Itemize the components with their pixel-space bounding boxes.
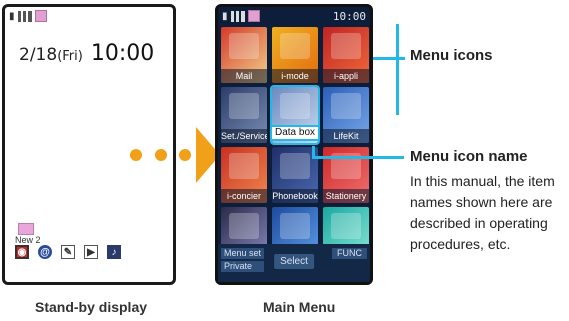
menu-tile-i-mode[interactable]: i-mode	[272, 27, 318, 83]
standby-display: ▮ 2/18 (Fri) 10:00 New 2 ◉ @ ✎ ▶ ♪	[2, 4, 176, 285]
music-icon[interactable]: ♪	[107, 245, 121, 259]
play-icon[interactable]: ▶	[84, 245, 98, 259]
softkey-func[interactable]: FUNC	[332, 248, 367, 259]
softkey-private[interactable]: Private	[221, 261, 265, 272]
menu-tile-label: Set./Service	[221, 129, 267, 143]
standby-time: 10:00	[90, 41, 155, 66]
schedule-icon[interactable]: ✎	[61, 245, 75, 259]
i-mode-icon[interactable]: @	[38, 245, 52, 259]
menu-tile-label: Phonebook	[272, 189, 318, 203]
recording-icon[interactable]: ◉	[15, 245, 29, 259]
menu-tile-i-concier[interactable]: i-concier	[221, 147, 267, 203]
lifekit-icon	[331, 93, 361, 119]
menu-clock: 10:00	[332, 9, 366, 23]
menu-tile-label: LifeKit	[323, 129, 369, 143]
softkey-select[interactable]: Select	[274, 254, 314, 269]
mail-icon	[229, 33, 259, 59]
menu-tile-data-box[interactable]: Data box	[270, 85, 320, 145]
menu-tile-lifekit[interactable]: LifeKit	[323, 87, 369, 143]
set-service-icon	[229, 93, 259, 119]
menu-icon-grid: Mail i-mode i-appli Set./Service Data box Lif…	[221, 27, 369, 263]
phonebook-icon	[280, 153, 310, 179]
signal-strength-icon	[17, 10, 32, 22]
music-icon	[229, 213, 259, 239]
menu-tile-label: i-concier	[221, 189, 267, 203]
menu-tile-label: i-mode	[272, 69, 318, 83]
menu-icon-name-stem	[312, 146, 315, 159]
antenna-icon: ▮	[222, 10, 228, 22]
arrow-dot-3	[179, 149, 191, 161]
arrow-dot-2	[155, 149, 167, 161]
menu-icons-title: Menu icons	[410, 47, 493, 64]
menu-tile-i-appli[interactable]: i-appli	[323, 27, 369, 83]
status-bar: ▮ 10:00	[222, 9, 366, 23]
menu-icons-pointer	[373, 57, 405, 60]
menu-tile-label: Stationery	[323, 189, 369, 203]
standby-icon-dock: ◉ @ ✎ ▶ ♪	[15, 245, 121, 259]
standby-day: (Fri)	[57, 49, 83, 64]
data-box-icon	[280, 93, 310, 119]
main-menu-caption: Main Menu	[263, 299, 336, 315]
menu-tile-set-service[interactable]: Set./Service	[221, 87, 267, 143]
standby-date: 2/18	[19, 45, 58, 65]
i-mode-icon	[280, 33, 310, 59]
softkey-bar: Menu set Private Select FUNC	[218, 244, 370, 282]
mail-indicator-icon	[247, 10, 260, 22]
antenna-icon: ▮	[9, 10, 15, 22]
menu-icon-name-title: Menu icon name	[410, 148, 528, 165]
menu-tile-label: Mail	[221, 69, 267, 83]
menu-tile-label: Data box	[272, 125, 318, 141]
standby-caption: Stand-by display	[35, 299, 148, 315]
date-time-display: 2/18 (Fri) 10:00	[19, 41, 154, 66]
menu-icons-bracket	[396, 24, 399, 115]
1seg-icon	[280, 213, 310, 239]
status-bar: ▮	[9, 9, 47, 23]
menu-tile-mail[interactable]: Mail	[221, 27, 267, 83]
new-mail-badge[interactable]: New 2	[15, 223, 41, 245]
main-menu-display: ▮ 10:00 Mail i-mode i-appli Set./Service Dat…	[215, 4, 373, 285]
new-count: New 2	[15, 235, 41, 245]
menu-tile-label: i-appli	[323, 69, 369, 83]
menu-icon-name-pointer	[312, 156, 404, 159]
i-concier-icon	[229, 153, 259, 179]
mail-indicator-icon	[34, 10, 47, 22]
envelope-icon	[18, 223, 34, 235]
arrow-dot-1	[130, 149, 142, 161]
menu-icon-name-description: In this manual, the item names shown her…	[410, 173, 555, 252]
left-softkey[interactable]: Menu set Private	[221, 248, 265, 274]
i-appli-icon	[331, 33, 361, 59]
signal-strength-icon	[230, 10, 245, 22]
osaifu-keitai-icon	[331, 213, 361, 239]
softkey-menu-set[interactable]: Menu set	[221, 248, 265, 259]
